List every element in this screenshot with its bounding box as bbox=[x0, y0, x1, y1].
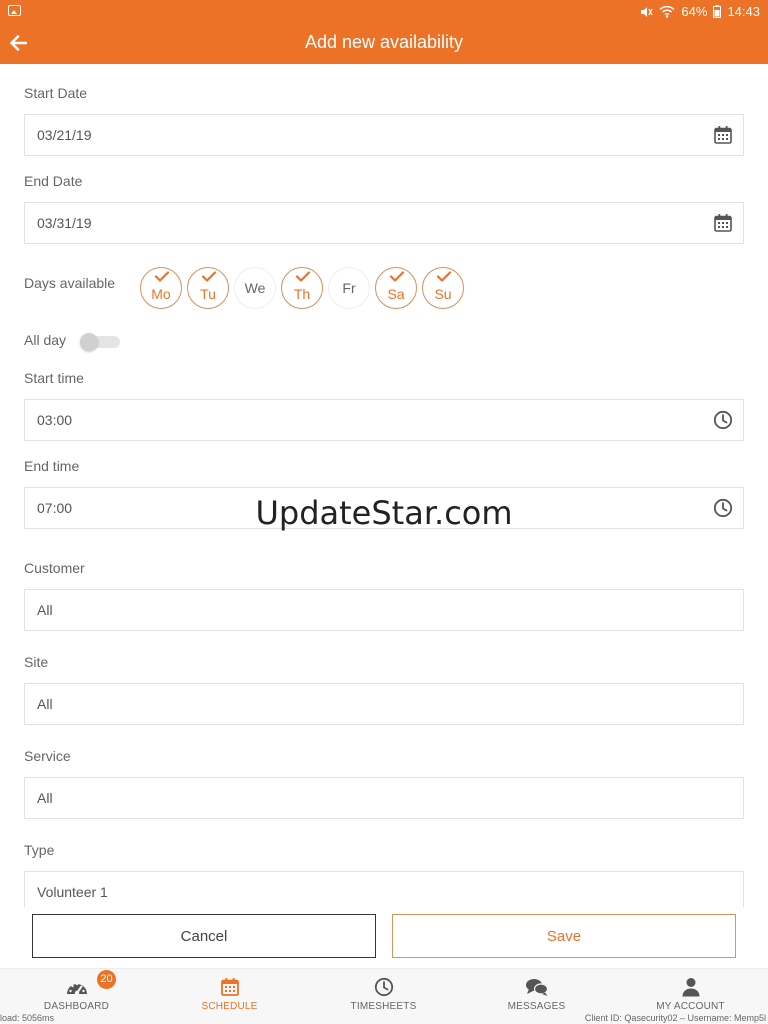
day-label: Mo bbox=[151, 286, 171, 302]
day-toggle-we[interactable]: We bbox=[234, 267, 276, 309]
cancel-button[interactable]: Cancel bbox=[32, 914, 376, 958]
customer-label: Customer bbox=[24, 560, 85, 576]
site-value: All bbox=[37, 696, 53, 712]
nav-my-account[interactable]: MY ACCOUNT bbox=[614, 969, 767, 1017]
nav-messages[interactable]: MESSAGES bbox=[460, 969, 613, 1017]
title-row: Add new availability bbox=[0, 24, 768, 64]
type-select[interactable]: Volunteer 1 bbox=[24, 871, 744, 907]
status-bar: 64% 14:43 bbox=[0, 0, 768, 24]
day-label: Fr bbox=[342, 280, 356, 296]
nav-label: TIMESHEETS bbox=[350, 1001, 417, 1012]
save-button[interactable]: Save bbox=[392, 914, 736, 958]
all-day-toggle[interactable] bbox=[80, 333, 120, 351]
checkmark-icon bbox=[154, 271, 170, 282]
day-label: We bbox=[244, 280, 266, 296]
site-label: Site bbox=[24, 654, 49, 670]
checkmark-icon bbox=[436, 271, 452, 282]
nav-label: MESSAGES bbox=[507, 1001, 566, 1012]
mute-icon bbox=[641, 6, 654, 17]
nav-dashboard[interactable]: DASHBOARD 20 bbox=[0, 969, 153, 1017]
nav-label: MY ACCOUNT bbox=[656, 1001, 725, 1012]
day-toggle-mo[interactable]: Mo bbox=[140, 267, 182, 309]
toggle-thumb bbox=[80, 333, 98, 351]
app-header: 64% 14:43 Add new availability bbox=[0, 0, 768, 64]
page-title: Add new availability bbox=[304, 32, 464, 52]
user-icon bbox=[682, 978, 699, 997]
calendar-icon[interactable] bbox=[713, 125, 733, 145]
all-day-label: All day bbox=[24, 332, 67, 348]
end-date-label: End Date bbox=[24, 173, 83, 189]
calendar-icon bbox=[220, 978, 239, 996]
start-time-label: Start time bbox=[24, 370, 84, 386]
start-time-input[interactable]: 03:00 bbox=[24, 399, 744, 441]
speedometer-icon bbox=[66, 982, 87, 996]
end-date-input[interactable]: 03/31/19 bbox=[24, 202, 744, 244]
days-selector: Mo Tu We Th Fr Sa Su bbox=[140, 267, 464, 309]
chat-bubbles-icon bbox=[525, 979, 548, 996]
wifi-icon bbox=[659, 5, 675, 18]
start-date-input[interactable]: 03/21/19 bbox=[24, 114, 744, 156]
service-value: All bbox=[37, 790, 53, 806]
nav-label: DASHBOARD bbox=[43, 1001, 110, 1012]
notification-badge: 20 bbox=[97, 970, 116, 989]
battery-percent: 64% bbox=[681, 4, 708, 19]
day-toggle-tu[interactable]: Tu bbox=[187, 267, 229, 309]
service-label: Service bbox=[24, 748, 71, 764]
nav-label: SCHEDULE bbox=[201, 1001, 258, 1012]
checkmark-icon bbox=[389, 271, 405, 282]
checkmark-icon bbox=[201, 271, 217, 282]
days-available-label: Days available bbox=[24, 275, 116, 291]
load-time-text: load: 5056ms bbox=[0, 1013, 55, 1023]
day-toggle-sa[interactable]: Sa bbox=[375, 267, 417, 309]
service-select[interactable]: All bbox=[24, 777, 744, 819]
watermark-text: UpdateStar.com bbox=[255, 494, 513, 532]
day-label: Sa bbox=[387, 286, 405, 302]
start-date-value: 03/21/19 bbox=[37, 127, 92, 143]
day-toggle-fr[interactable]: Fr bbox=[328, 267, 370, 309]
day-label: Th bbox=[293, 286, 311, 302]
type-label: Type bbox=[24, 842, 55, 858]
calendar-icon[interactable] bbox=[713, 213, 733, 233]
checkmark-icon bbox=[295, 271, 311, 282]
client-info-text: Client ID: Qasecurity02 – Username: Memp… bbox=[584, 1013, 766, 1023]
customer-select[interactable]: All bbox=[24, 589, 744, 631]
nav-timesheets[interactable]: TIMESHEETS bbox=[307, 969, 460, 1017]
clock-icon[interactable] bbox=[713, 410, 733, 430]
customer-value: All bbox=[37, 602, 53, 618]
start-date-label: Start Date bbox=[24, 85, 88, 101]
start-time-value: 03:00 bbox=[37, 412, 73, 428]
end-date-value: 03/31/19 bbox=[37, 215, 92, 231]
battery-icon bbox=[713, 5, 722, 18]
gallery-icon bbox=[8, 5, 21, 16]
day-toggle-th[interactable]: Th bbox=[281, 267, 323, 309]
type-value: Volunteer 1 bbox=[37, 884, 108, 900]
site-select[interactable]: All bbox=[24, 683, 744, 725]
day-toggle-su[interactable]: Su bbox=[422, 267, 464, 309]
status-icons: 64% 14:43 bbox=[639, 4, 760, 19]
nav-schedule[interactable]: SCHEDULE bbox=[153, 969, 306, 1017]
day-label: Tu bbox=[200, 286, 216, 302]
clock-time: 14:43 bbox=[727, 4, 760, 19]
end-time-label: End time bbox=[24, 458, 80, 474]
day-label: Su bbox=[434, 286, 452, 302]
clock-icon bbox=[374, 977, 393, 997]
